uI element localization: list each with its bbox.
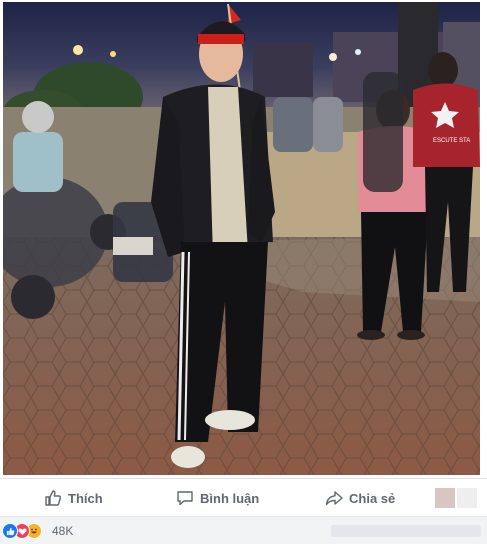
comments-shares-summary-placeholder xyxy=(331,525,481,537)
like-label: Thích xyxy=(68,490,103,506)
comment-bubble-icon xyxy=(177,491,193,506)
thumbs-up-icon xyxy=(45,490,62,506)
reaction-count: 48K xyxy=(52,524,74,538)
comment-label: Bình luận xyxy=(200,490,260,506)
share-button[interactable]: Chia sẻ xyxy=(325,487,395,509)
post-photo-frame: ESCUTE STA xyxy=(0,0,487,478)
like-reaction-icon xyxy=(2,523,18,539)
post-photo[interactable]: ESCUTE STA xyxy=(3,2,480,475)
reactions-summary[interactable]: 48K xyxy=(0,516,487,544)
share-arrow-icon xyxy=(325,491,343,506)
post-action-bar: Thích Bình luận Chia sẻ xyxy=(0,478,487,516)
comment-button[interactable]: Bình luận xyxy=(176,487,259,509)
like-button[interactable]: Thích xyxy=(44,487,103,509)
share-label: Chia sẻ xyxy=(349,490,396,506)
street-scene-photo: ESCUTE STA xyxy=(3,2,480,475)
commenter-avatar-thumbnail[interactable] xyxy=(435,488,477,508)
facebook-post: ESCUTE STA Thích Bình luận Chia sẻ 48K xyxy=(0,0,487,544)
jacket-text: ESCUTE STA xyxy=(433,138,470,144)
